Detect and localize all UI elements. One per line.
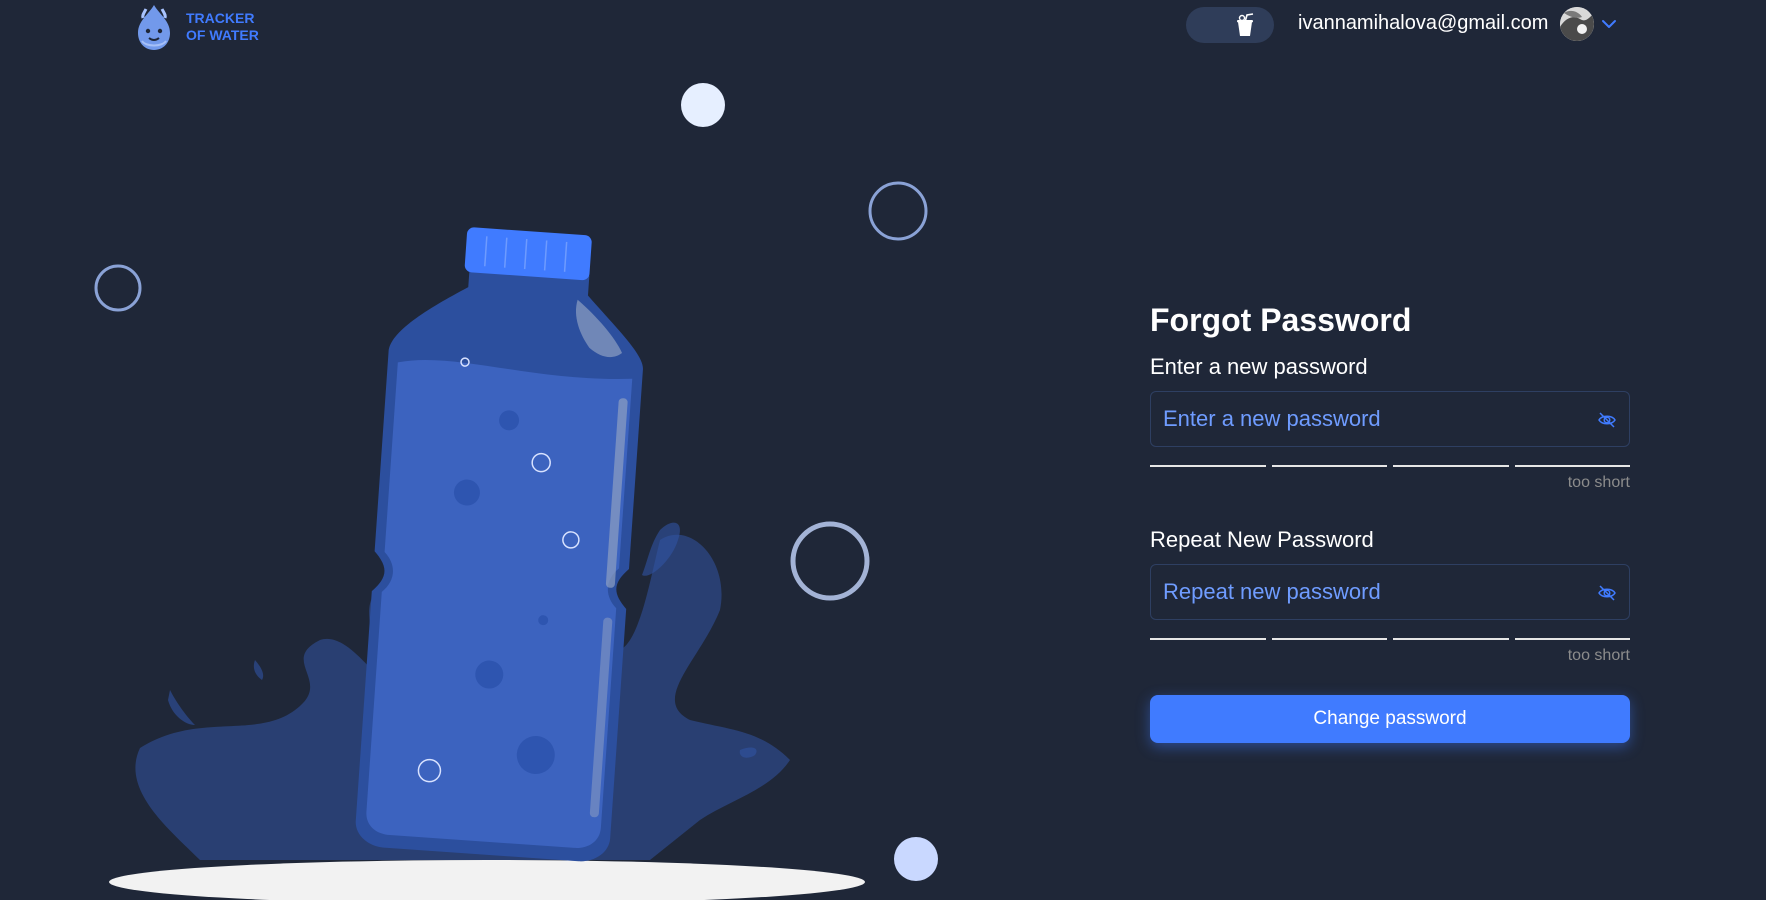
chevron-down-icon[interactable] <box>1600 14 1618 34</box>
logo-line-2: OF WATER <box>186 27 259 43</box>
strength-segment <box>1393 465 1509 467</box>
repeat-password-strength-text: too short <box>1567 647 1630 664</box>
eye-off-icon[interactable] <box>1597 410 1617 430</box>
page-title: Forgot Password <box>1150 302 1412 338</box>
eye-off-icon[interactable] <box>1597 583 1617 603</box>
repeat-password-field[interactable] <box>1150 564 1630 620</box>
strength-segment <box>1271 465 1387 467</box>
new-password-label: Enter a new password <box>1150 354 1368 379</box>
avatar[interactable] <box>1560 7 1594 41</box>
water-drop-logo-icon <box>138 5 170 50</box>
new-password-field[interactable] <box>1150 391 1630 447</box>
logo-text: TRACKER OF WATER <box>186 10 259 44</box>
water-bottle-illustration <box>94 83 938 900</box>
repeat-password-label: Repeat New Password <box>1150 527 1374 552</box>
change-password-button[interactable]: Change password <box>1150 695 1630 743</box>
new-password-strength-bar <box>1150 465 1630 467</box>
cup-icon <box>1237 13 1254 36</box>
strength-segment <box>1393 638 1509 640</box>
user-email[interactable]: ivannamihalova@gmail.com <box>1298 12 1548 35</box>
avatar-image <box>1560 7 1594 41</box>
header: TRACKER OF WATER ivannamihalova@gmail.co… <box>0 0 1766 50</box>
new-password-strength-text: too short <box>1567 474 1630 491</box>
theme-toggle[interactable] <box>1186 7 1274 43</box>
repeat-password-strength-bar <box>1150 638 1630 640</box>
new-password-input[interactable] <box>1151 392 1629 446</box>
repeat-password-input[interactable] <box>1151 565 1629 619</box>
strength-segment <box>1514 465 1630 467</box>
strength-segment <box>1150 638 1266 640</box>
logo[interactable]: TRACKER OF WATER <box>128 0 259 54</box>
strength-segment <box>1514 638 1630 640</box>
strength-segment <box>1150 465 1266 467</box>
forgot-password-form: Forgot Password Enter a new password too… <box>1150 300 1630 743</box>
strength-segment <box>1271 638 1387 640</box>
logo-line-1: TRACKER <box>186 10 255 26</box>
